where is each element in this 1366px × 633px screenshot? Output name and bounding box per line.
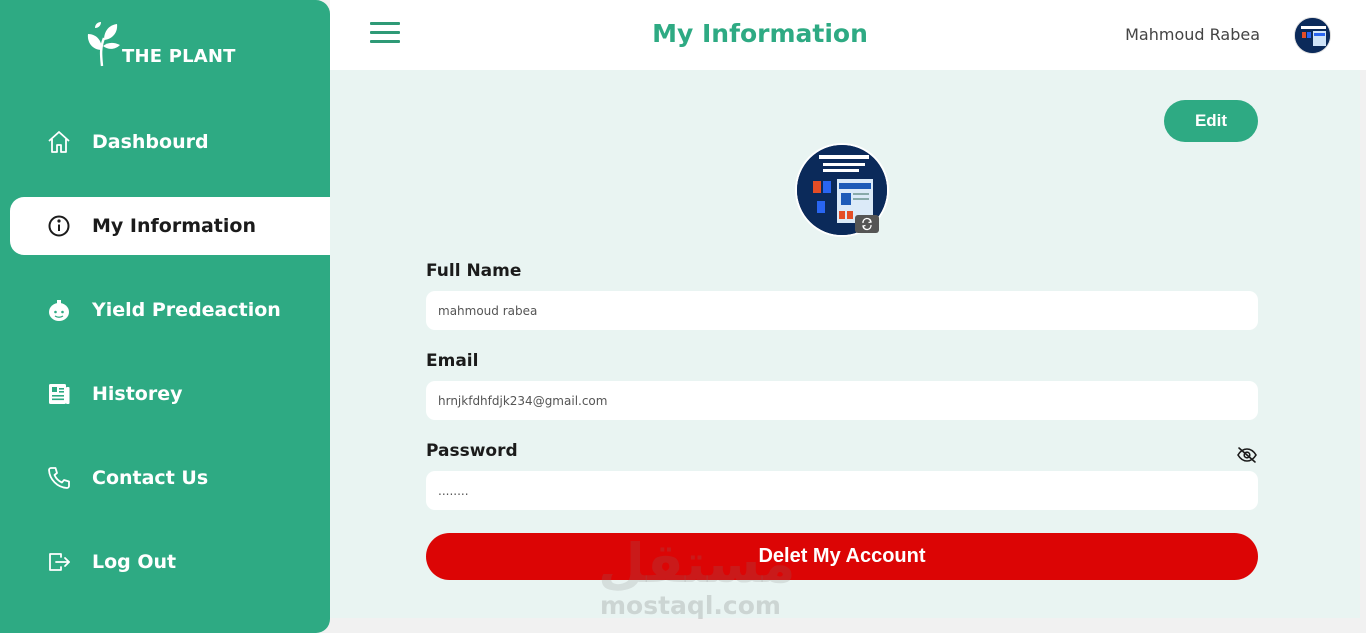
- email-field[interactable]: [426, 381, 1258, 420]
- sidebar-item-my-information[interactable]: My Information: [10, 197, 330, 255]
- sidebar-item-dashboard[interactable]: Dashbourd: [10, 113, 330, 171]
- watermark-text: mostaql.com: [600, 591, 781, 620]
- sidebar-item-label: Yield Predeaction: [92, 299, 281, 321]
- sidebar-item-contact-us[interactable]: Contact Us: [10, 449, 330, 507]
- brand-name: THE PLANT: [122, 46, 236, 67]
- sidebar-item-label: Historey: [92, 383, 183, 405]
- main-content: Edit Full Name mahmoud rabea Email hrnjk…: [330, 70, 1360, 620]
- delete-account-button[interactable]: Delet My Account: [426, 533, 1258, 580]
- app-root: THE PLANT Dashbourd My Information Yield…: [0, 0, 1366, 633]
- history-icon: [46, 381, 72, 407]
- avatar[interactable]: [1294, 17, 1331, 54]
- sidebar: THE PLANT Dashbourd My Information Yield…: [0, 0, 330, 633]
- user-name: Mahmoud Rabea: [1125, 25, 1260, 44]
- home-icon: [46, 129, 72, 155]
- sidebar-item-label: Log Out: [92, 551, 177, 573]
- top-header: My Information Mahmoud Rabea: [330, 0, 1366, 70]
- sidebar-item-label: Dashbourd: [92, 131, 209, 153]
- yield-icon: [46, 297, 72, 323]
- password-label: Password: [426, 441, 518, 461]
- password-field[interactable]: [426, 471, 1258, 510]
- sidebar-item-history[interactable]: Historey: [10, 365, 330, 423]
- edit-button[interactable]: Edit: [1164, 100, 1258, 142]
- sidebar-item-label: My Information: [92, 215, 256, 237]
- brand-logo[interactable]: THE PLANT: [84, 22, 236, 68]
- sidebar-item-label: Contact Us: [92, 467, 209, 489]
- sidebar-item-log-out[interactable]: Log Out: [10, 533, 330, 591]
- page-title: My Information: [652, 19, 868, 48]
- watermark-logo: مستقل: [598, 532, 796, 595]
- leaf-logo-icon: [87, 22, 120, 67]
- full-name-field[interactable]: [426, 291, 1258, 330]
- sidebar-item-yield-prediction[interactable]: Yield Predeaction: [10, 281, 330, 339]
- email-label: Email: [426, 351, 479, 371]
- full-name-label: Full Name: [426, 261, 522, 281]
- eye-off-icon[interactable]: [1236, 446, 1258, 464]
- info-icon: [46, 213, 72, 239]
- logout-icon: [46, 549, 72, 575]
- change-photo-icon[interactable]: [855, 215, 879, 233]
- phone-icon: [46, 465, 72, 491]
